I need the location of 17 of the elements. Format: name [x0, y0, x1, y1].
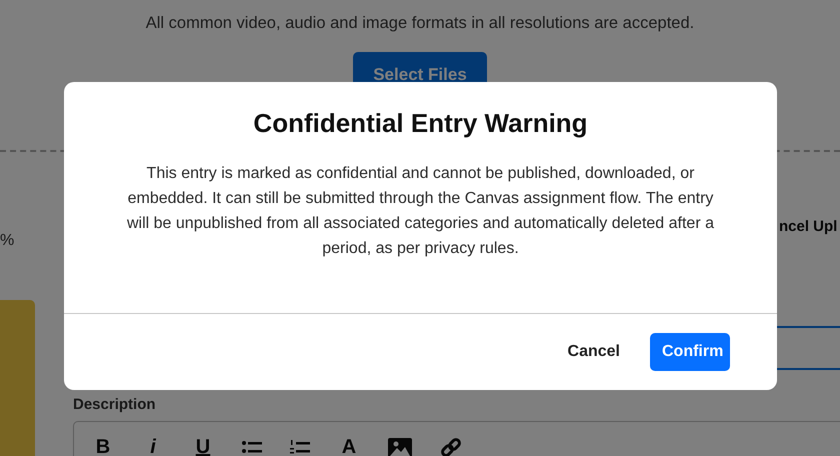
- confirm-button[interactable]: Confirm: [650, 333, 730, 371]
- dialog-title: Confidential Entry Warning: [253, 108, 588, 139]
- format-button[interactable]: A: [338, 436, 360, 456]
- format-button[interactable]: B: [92, 436, 114, 456]
- format-button[interactable]: U: [192, 436, 214, 456]
- formats-note: All common video, audio and image formats in all resolutions are accepted.: [144, 13, 696, 33]
- image-icon[interactable]: [388, 438, 412, 456]
- cancel-upload-link[interactable]: ncel Upl: [779, 218, 838, 235]
- format-button[interactable]: i: [142, 436, 164, 456]
- bulleted-list-icon[interactable]: [242, 440, 262, 456]
- description-label: Description: [73, 396, 157, 413]
- link-icon[interactable]: [440, 436, 462, 456]
- dialog-message: This entry is marked as confidential and cannot be published, downloaded, or embedded. It can still be submitted through the Canvas assignment flow. The entry will be unpublished from all associated categories and automatically deleted after a period, as per privacy rules.: [126, 164, 715, 259]
- progress-percent: %: [0, 232, 14, 250]
- editor-box[interactable]: B i U A: [73, 421, 840, 456]
- numbered-list-icon[interactable]: [290, 440, 310, 456]
- cancel-button[interactable]: Cancel: [556, 333, 632, 371]
